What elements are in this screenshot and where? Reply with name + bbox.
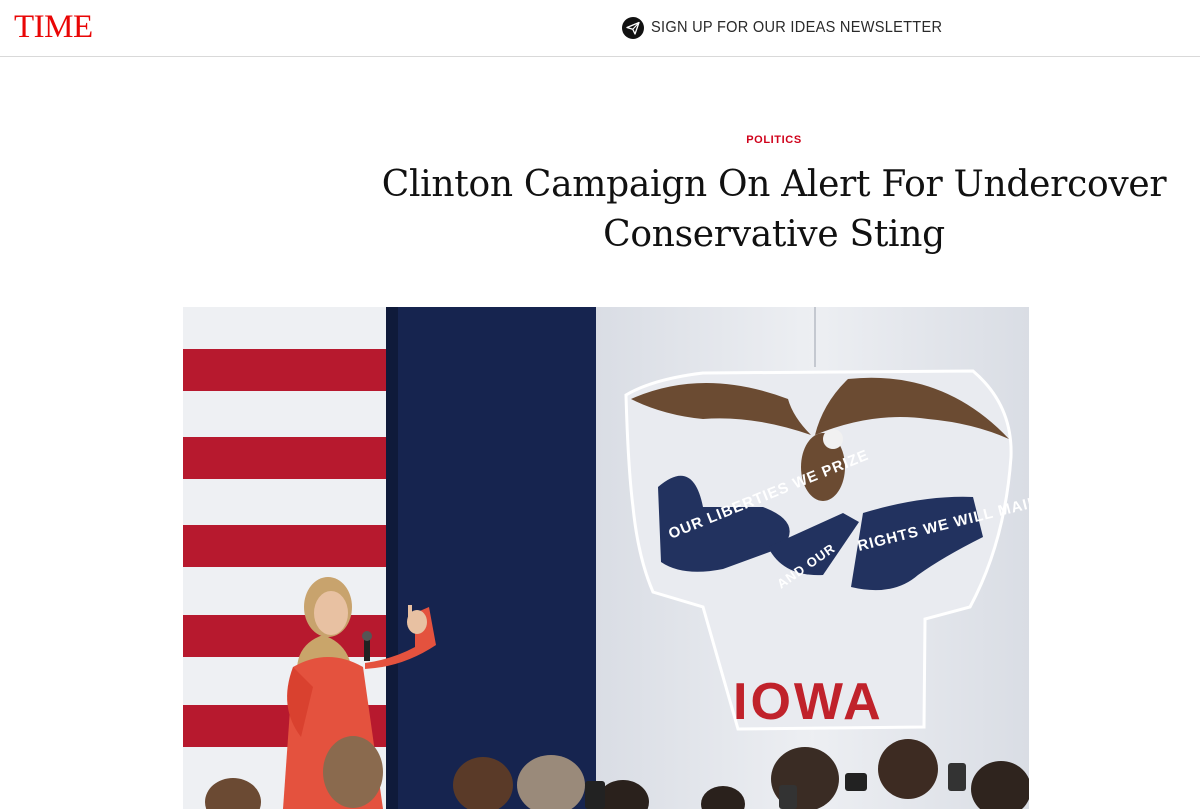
time-logo[interactable]: TIME	[14, 8, 93, 46]
paper-plane-icon	[622, 17, 644, 39]
newsletter-signup-link[interactable]: SIGN UP FOR OUR IDEAS NEWSLETTER	[622, 16, 961, 40]
newsletter-signup-label: SIGN UP FOR OUR IDEAS NEWSLETTER	[651, 19, 943, 36]
article-headline: Clinton Campaign On Alert For Undercover…	[381, 164, 1167, 255]
top-navigation-bar: TIME SIGN UP FOR OUR IDEAS NEWSLETTER	[0, 0, 1200, 57]
hero-image: OUR LIBERTIES WE PRIZE AND OUR RIGHTS WE…	[183, 307, 1029, 809]
iowa-state-text: IOWA	[733, 673, 884, 731]
section-label-politics[interactable]: POLITICS	[374, 134, 1174, 146]
